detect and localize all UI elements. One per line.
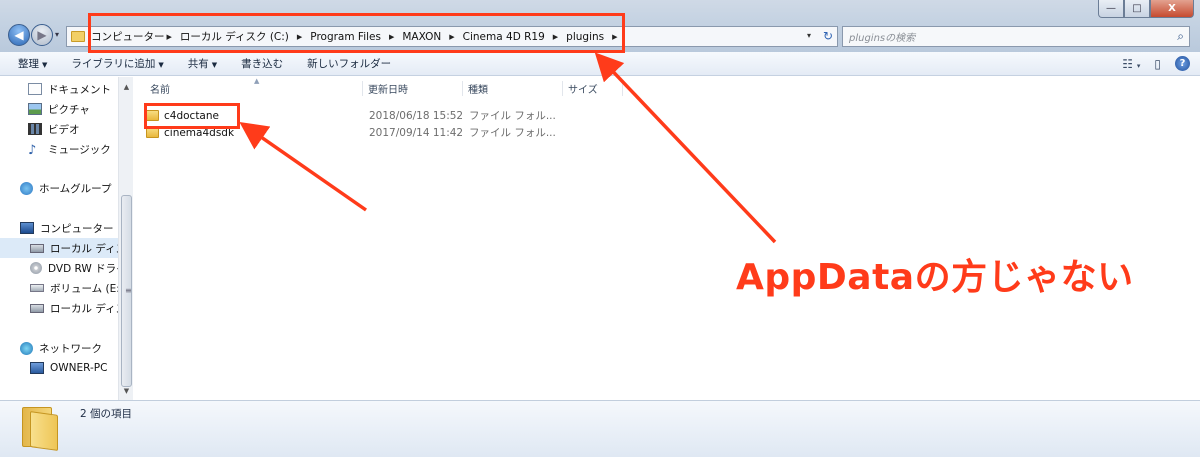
column-header-modified[interactable]: 更新日時 [368,81,408,97]
sidebar-item-label: ピクチャ [48,103,90,116]
search-input[interactable]: pluginsの検索 ⌕ [842,26,1190,47]
back-arrow-icon: ◀ [14,28,24,42]
sidebar-item[interactable]: ♪ ミュージック [0,139,118,159]
music-icon: ♪ [28,143,37,158]
homegroup-icon [20,181,33,195]
videos-icon [28,123,42,135]
scrollbar-thumb[interactable]: ≡ [121,195,132,387]
local-disk-icon [30,243,44,253]
close-button[interactable]: X [1150,0,1194,18]
large-folder-icon [22,407,60,451]
sidebar-item[interactable]: ドキュメント [0,79,118,99]
view-dropdown-icon[interactable]: ▾ [1137,62,1141,70]
column-header-name[interactable]: 名前 [150,81,170,97]
sidebar-item[interactable]: ビデオ [0,119,118,139]
item-count: 2 個の項目 [80,408,133,420]
file-type: ファイル フォル... [469,127,556,139]
sidebar-item[interactable]: OWNER-PC [0,358,118,378]
file-modified: 2018/06/18 15:52 [369,109,464,122]
file-type: ファイル フォル... [469,110,556,122]
sidebar-item-label: ローカル ディスク [50,302,118,315]
file-list: 名前 ▲ 更新日時 種類 サイズ c4doctane 2018/06/18 15… [134,77,1200,400]
chevron-down-icon: ▼ [42,61,48,69]
pictures-icon [28,103,42,115]
column-divider[interactable] [362,81,363,96]
maximize-button[interactable]: □ [1124,0,1150,18]
forward-button[interactable]: ▶ [31,24,53,46]
chevron-down-icon: ▼ [211,61,218,69]
sidebar-item[interactable]: ホームグループ [0,178,118,198]
local-disk-icon [30,303,44,313]
column-divider[interactable] [622,81,623,96]
navigation-pane: ドキュメント ピクチャビデオ ♪ ミュージックホームグループ コンピューターローカル デ… [0,77,133,400]
scroll-down-icon[interactable]: ▼ [119,383,134,398]
details-pane: 2 個の項目 [0,400,1200,457]
pc-icon [30,362,44,374]
search-placeholder: pluginsの検索 [849,33,916,44]
address-highlight-box [88,13,625,53]
toolbar-item-4[interactable]: 新しいフォルダー [307,56,401,71]
sidebar-item[interactable]: ピクチャ [0,99,118,119]
recent-pages-dropdown-icon[interactable]: ▾ [55,30,59,39]
sidebar-item-label: ローカル ディスク [50,242,118,255]
toolbar-item-3[interactable]: 書き込む [241,56,293,71]
minimize-button[interactable]: — [1098,0,1124,18]
file-modified: 2017/09/14 11:42 [369,126,464,139]
toolbar-item-label: 新しいフォルダー [307,58,392,70]
back-button[interactable]: ◀ [8,24,30,46]
chevron-down-icon: ▼ [158,61,164,69]
toolbar-item-label: 書き込む [241,58,284,70]
grip-icon: ≡ [125,286,132,295]
forward-arrow-icon: ▶ [37,28,47,42]
toolbar-right: ☷ ▾ ▯ ? [1122,56,1190,71]
sidebar-item-label: ボリューム (E:) [50,282,118,295]
refresh-icon[interactable]: ↻ [823,29,833,43]
toolbar-item-label: ライブラリに追加 [71,58,156,70]
help-icon[interactable]: ? [1175,56,1190,71]
column-divider[interactable] [462,81,463,96]
sidebar-item-label: ホームグループ [39,182,112,195]
sidebar-item[interactable]: ローカル ディスク [0,298,118,318]
window-controls: — □ X [1098,0,1194,18]
sidebar-item-label: ビデオ [48,123,80,136]
toolbar-item-1[interactable]: ライブラリに追加 ▼ [71,56,173,71]
column-header-size[interactable]: サイズ [568,81,598,97]
scroll-up-icon[interactable]: ▲ [119,79,134,94]
folder-icon [71,31,85,42]
sidebar-item-label: ミュージック [48,143,111,156]
change-view-icon[interactable]: ☷ ▾ [1122,57,1140,71]
sidebar-item-label: ドキュメント [48,83,111,96]
document-icon [28,83,42,95]
annotation-callout: AppDataの方じゃない [736,257,1134,298]
sidebar-item-label: ネットワーク [39,342,102,355]
sidebar-item[interactable]: ボリューム (E:) [0,278,118,298]
command-toolbar: 整理 ▼ ライブラリに追加 ▼ 共有 ▼ 書き込む 新しいフォルダー ☷ ▾ ▯ ? [0,52,1200,76]
toolbar-item-0[interactable]: 整理 ▼ [18,56,57,71]
sidebar-item-label: コンピューター [40,222,114,235]
view-icon-glyph: ☷ [1122,56,1134,71]
sort-indicator-icon: ▲ [254,77,260,85]
folder-front [30,411,58,451]
column-divider[interactable] [562,81,563,96]
volume-icon [30,284,44,292]
toolbar-item-label: 整理 [18,58,39,70]
sidebar-item-label: OWNER-PC [50,362,108,374]
sidebar-item-label: DVD RW ドライ [48,262,118,275]
dvd-drive-icon [30,262,42,274]
column-header-type[interactable]: 種類 [468,81,488,97]
search-icon[interactable]: ⌕ [1177,29,1184,44]
toolbar-item-label: 共有 [187,58,209,70]
sidebar-item[interactable]: DVD RW ドライ [0,258,118,278]
sidebar-item[interactable]: コンピューター [0,218,118,238]
folder-highlight-box [144,103,240,129]
preview-pane-icon[interactable]: ▯ [1154,57,1161,71]
sidebar-item[interactable]: ネットワーク [0,338,118,358]
network-icon [20,341,33,355]
toolbar-item-2[interactable]: 共有 ▼ [188,56,227,71]
nav-pane-scrollbar[interactable]: ▲ ≡ ▼ [118,77,133,400]
computer-icon [20,222,34,234]
sidebar-item[interactable]: ローカル ディスク [0,238,118,258]
address-dropdown-icon[interactable]: ▾ [807,31,811,40]
